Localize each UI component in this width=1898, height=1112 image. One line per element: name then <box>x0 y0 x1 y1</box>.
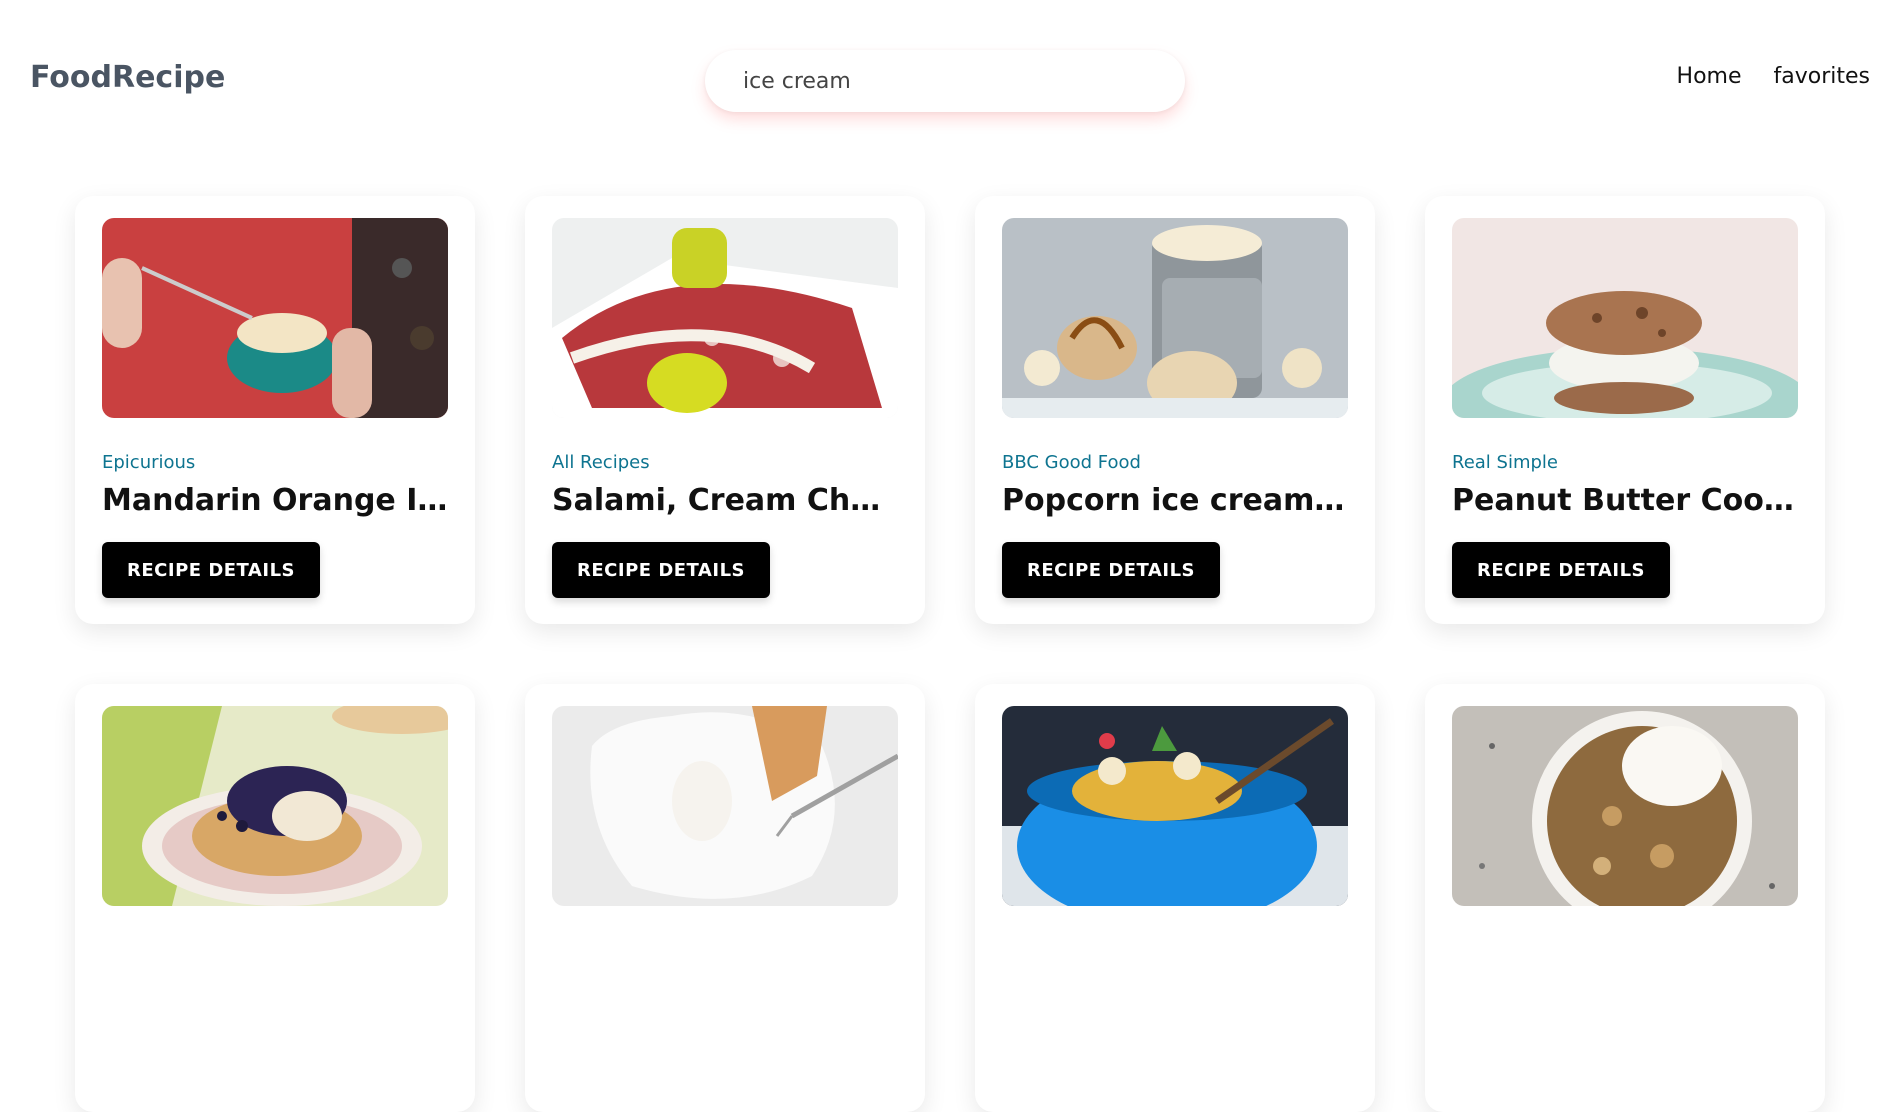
recipe-image[interactable] <box>552 218 898 418</box>
recipe-image[interactable] <box>1452 218 1798 418</box>
recipe-title: Popcorn ice cream wit... <box>1002 483 1348 518</box>
recipe-grid: Epicurious Mandarin Orange Ice ... RECIP… <box>75 196 1825 1112</box>
recipe-card: Epicurious Mandarin Orange Ice ... RECIP… <box>75 196 475 624</box>
recipe-image[interactable] <box>102 218 448 418</box>
search-input[interactable] <box>705 50 1185 112</box>
recipe-card: BBC Good Food Popcorn ice cream wit... R… <box>975 196 1375 624</box>
recipe-details-button[interactable]: RECIPE DETAILS <box>1452 542 1670 598</box>
nav-home-link[interactable]: Home <box>1677 64 1742 89</box>
header: FoodRecipe Home favorites <box>0 0 1898 160</box>
recipe-image[interactable] <box>1002 218 1348 418</box>
recipe-card <box>975 684 1375 1112</box>
recipe-source: All Recipes <box>552 452 650 473</box>
recipe-details-button[interactable]: RECIPE DETAILS <box>552 542 770 598</box>
recipe-card: All Recipes Salami, Cream Cheese,... REC… <box>525 196 925 624</box>
recipe-image[interactable] <box>1452 706 1798 906</box>
recipe-title: Peanut Butter Cookie I... <box>1452 483 1798 518</box>
recipe-source: Real Simple <box>1452 452 1558 473</box>
recipe-title: Mandarin Orange Ice ... <box>102 483 448 518</box>
recipe-source: Epicurious <box>102 452 196 473</box>
nav: Home favorites <box>1677 64 1870 89</box>
recipe-card: Real Simple Peanut Butter Cookie I... RE… <box>1425 196 1825 624</box>
logo[interactable]: FoodRecipe <box>30 60 225 95</box>
recipe-details-button[interactable]: RECIPE DETAILS <box>102 542 320 598</box>
recipe-image[interactable] <box>102 706 448 906</box>
recipe-details-button[interactable]: RECIPE DETAILS <box>1002 542 1220 598</box>
recipe-card <box>525 684 925 1112</box>
recipe-card <box>1425 684 1825 1112</box>
recipe-image[interactable] <box>552 706 898 906</box>
recipe-image[interactable] <box>1002 706 1348 906</box>
recipe-source: BBC Good Food <box>1002 452 1141 473</box>
nav-favorites-link[interactable]: favorites <box>1774 64 1871 89</box>
recipe-title: Salami, Cream Cheese,... <box>552 483 898 518</box>
recipe-card <box>75 684 475 1112</box>
